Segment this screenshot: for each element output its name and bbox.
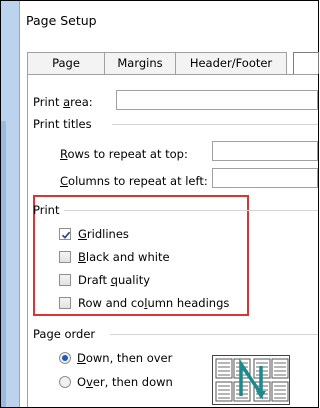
row-column-headings-label[interactable]: Row and column headings (78, 296, 229, 310)
down-then-over-radio[interactable] (59, 352, 71, 364)
window-edge (1, 1, 20, 407)
print-titles-divider (112, 124, 318, 125)
print-titles-heading: Print titles (33, 117, 92, 131)
columns-to-repeat-input[interactable] (212, 168, 318, 188)
page-order-preview-icon (212, 355, 290, 405)
tab-header-footer[interactable]: Header/Footer (175, 52, 287, 74)
over-then-down-label[interactable]: Over, then down (77, 375, 173, 389)
rows-to-repeat-input[interactable] (212, 141, 318, 161)
draft-quality-checkbox[interactable] (59, 274, 71, 286)
checkmark-icon (61, 231, 71, 239)
tab-margins[interactable]: Margins (104, 52, 176, 74)
over-then-down-radio[interactable] (59, 376, 71, 388)
dialog-title: Page Setup (26, 13, 97, 28)
tab-sheet-partial[interactable] (293, 52, 319, 74)
print-area-input[interactable] (116, 90, 318, 110)
columns-to-repeat-label: Columns to repeat at left: (60, 174, 208, 188)
black-and-white-checkbox[interactable] (59, 251, 71, 263)
page-setup-dialog: Page Setup Page Margins Header/Footer Pr… (20, 1, 319, 407)
page-order-divider (110, 334, 318, 335)
black-and-white-label[interactable]: Black and white (78, 250, 170, 264)
down-then-over-label[interactable]: Down, then over (77, 351, 172, 365)
print-section-heading: Print (33, 203, 60, 217)
print-section-divider (64, 210, 318, 211)
gridlines-checkbox[interactable] (59, 228, 71, 240)
gridlines-label[interactable]: Gridlines (78, 227, 129, 241)
rows-to-repeat-label: Rows to repeat at top: (60, 147, 188, 161)
tab-page[interactable]: Page (27, 52, 105, 74)
row-column-headings-checkbox[interactable] (59, 297, 71, 309)
page-order-heading: Page order (33, 327, 96, 341)
print-area-label: Print area: (33, 95, 93, 109)
draft-quality-label[interactable]: Draft quality (78, 273, 150, 287)
tab-strip: Page Margins Header/Footer (27, 52, 319, 75)
